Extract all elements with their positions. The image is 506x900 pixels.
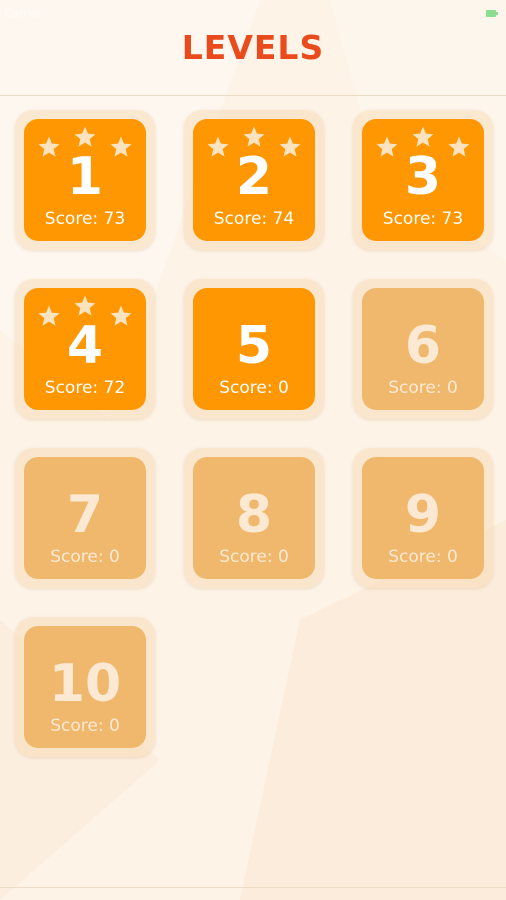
level-number: 7 — [66, 485, 104, 545]
level-tile-7[interactable]: 7 Score: 0 — [15, 448, 155, 588]
level-tile-5[interactable]: 5 Score: 0 — [184, 279, 324, 419]
level-number: 10 — [48, 654, 122, 714]
level-score: Score: 73 — [362, 208, 484, 230]
level-tile-face: 7 Score: 0 — [24, 457, 146, 579]
carrier-label: Carrier — [4, 6, 41, 20]
score-value: 72 — [103, 378, 126, 398]
score-label: Score: — [50, 547, 104, 567]
level-tile-face: 5 Score: 0 — [193, 288, 315, 410]
status-bar: Carrier — [0, 0, 506, 28]
score-label: Score: — [388, 378, 442, 398]
battery-icon — [486, 10, 498, 17]
level-score: Score: 0 — [362, 377, 484, 399]
score-label: Score: — [44, 209, 99, 229]
star-icon — [242, 125, 266, 149]
score-value: 73 — [441, 209, 464, 229]
score-value: 74 — [272, 209, 295, 229]
level-score: Score: 0 — [24, 715, 146, 737]
level-number: 1 — [66, 147, 104, 207]
level-score: Score: 0 — [362, 546, 484, 568]
level-tile-face: 8 Score: 0 — [193, 457, 315, 579]
level-score: Score: 0 — [193, 377, 315, 399]
footer-divider — [0, 887, 506, 888]
score-value: 0 — [108, 547, 120, 567]
score-value: 0 — [446, 547, 458, 567]
level-number: 4 — [66, 316, 104, 376]
score-label: Score: — [219, 378, 273, 398]
level-score: Score: 0 — [24, 546, 146, 568]
score-label: Score: — [213, 209, 268, 229]
level-score: Score: 73 — [24, 208, 146, 230]
level-tile-face: 3 Score: 73 — [362, 119, 484, 241]
score-value: 0 — [277, 547, 289, 567]
header-divider — [0, 95, 506, 96]
level-number: 3 — [404, 147, 442, 207]
level-score: Score: 72 — [24, 377, 146, 399]
score-label: Score: — [388, 547, 442, 567]
level-tile-face: 10 Score: 0 — [24, 626, 146, 748]
level-number: 5 — [235, 316, 273, 376]
level-tile-face: 6 Score: 0 — [362, 288, 484, 410]
level-tile-8[interactable]: 8 Score: 0 — [184, 448, 324, 588]
star-icon — [411, 125, 435, 149]
score-value: 73 — [103, 209, 126, 229]
score-value: 0 — [446, 378, 458, 398]
level-tile-face: 4 Score: 72 — [24, 288, 146, 410]
star-icon — [73, 125, 97, 149]
score-label: Score: — [44, 378, 99, 398]
score-value: 0 — [108, 716, 120, 736]
level-tile-6[interactable]: 6 Score: 0 — [353, 279, 493, 419]
level-tile-face: 1 Score: 73 — [24, 119, 146, 241]
level-number: 9 — [404, 485, 442, 545]
level-number: 6 — [404, 316, 442, 376]
score-label: Score: — [382, 209, 437, 229]
page-title: LEVELS — [181, 28, 325, 67]
level-tile-10[interactable]: 10 Score: 0 — [15, 617, 155, 757]
score-value: 0 — [277, 378, 289, 398]
level-tile-3[interactable]: 3 Score: 73 — [353, 110, 493, 250]
level-tile-1[interactable]: 1 Score: 73 — [15, 110, 155, 250]
level-tile-2[interactable]: 2 Score: 74 — [184, 110, 324, 250]
star-icon — [73, 294, 97, 318]
level-number: 8 — [235, 485, 273, 545]
score-label: Score: — [50, 716, 104, 736]
score-label: Score: — [219, 547, 273, 567]
level-tile-4[interactable]: 4 Score: 72 — [15, 279, 155, 419]
level-score: Score: 74 — [193, 208, 315, 230]
level-number: 2 — [235, 147, 273, 207]
level-tile-face: 9 Score: 0 — [362, 457, 484, 579]
level-tile-9[interactable]: 9 Score: 0 — [353, 448, 493, 588]
level-score: Score: 0 — [193, 546, 315, 568]
level-tile-face: 2 Score: 74 — [193, 119, 315, 241]
